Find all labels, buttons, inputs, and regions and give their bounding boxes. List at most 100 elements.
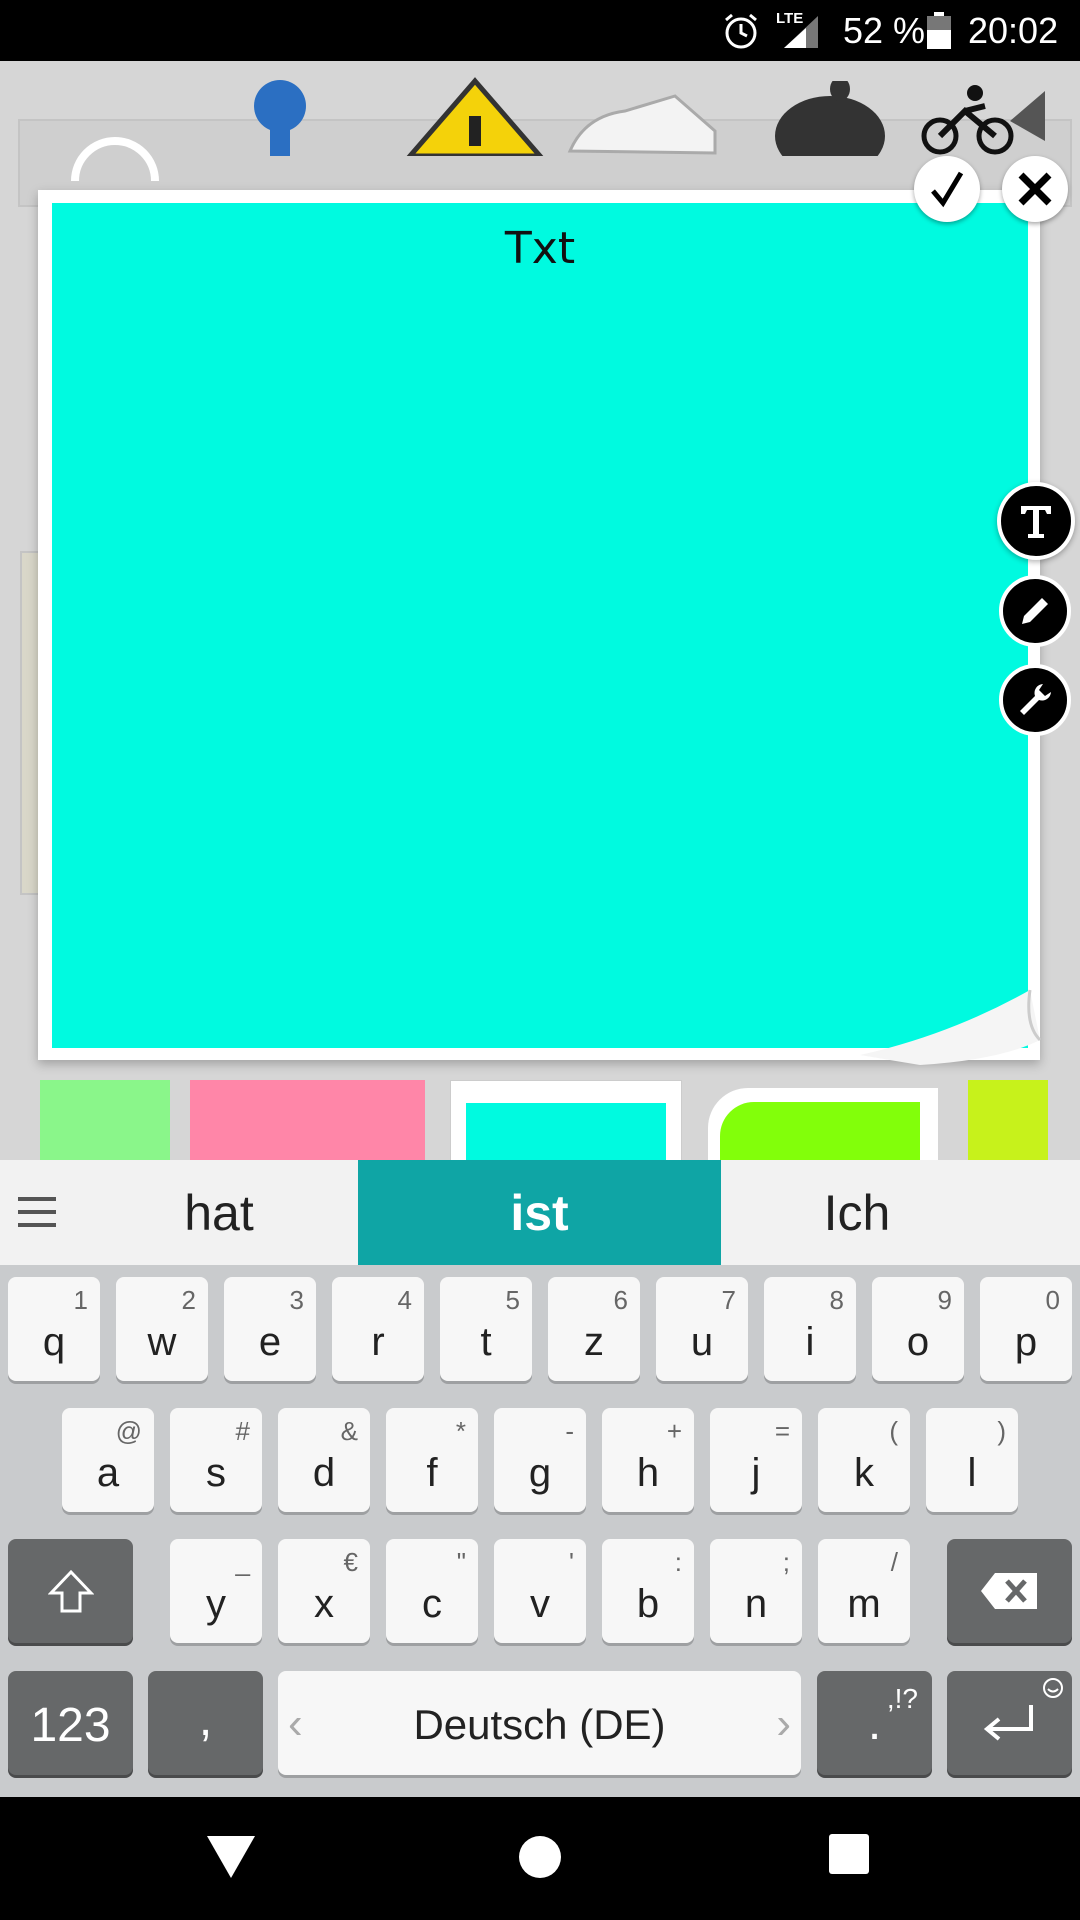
key-label: m bbox=[847, 1582, 881, 1626]
suggestion-3[interactable]: Ich bbox=[721, 1160, 993, 1265]
key-u[interactable]: 7u bbox=[656, 1277, 748, 1381]
note-title[interactable]: Txt bbox=[52, 223, 1028, 274]
key-hint: 6 bbox=[613, 1285, 628, 1315]
close-button[interactable] bbox=[1002, 156, 1068, 222]
backspace-key[interactable] bbox=[947, 1539, 1072, 1643]
sticky-note-canvas[interactable]: Txt bbox=[52, 203, 1028, 1048]
navigation-bar bbox=[0, 1797, 1080, 1920]
key-hint: @ bbox=[115, 1416, 142, 1446]
numbers-key[interactable]: 123 bbox=[8, 1671, 133, 1775]
key-label: g bbox=[528, 1451, 552, 1495]
key-z[interactable]: 6z bbox=[548, 1277, 640, 1381]
key-hint: 4 bbox=[397, 1285, 412, 1315]
key-w[interactable]: 2w bbox=[116, 1277, 208, 1381]
key-h[interactable]: + h bbox=[602, 1408, 694, 1512]
battery-icon bbox=[927, 12, 951, 49]
key-label: b bbox=[636, 1582, 660, 1626]
shift-icon bbox=[48, 1569, 94, 1613]
swatch-green[interactable] bbox=[40, 1080, 170, 1160]
key-hint: : bbox=[674, 1547, 682, 1577]
space-language-label: Deutsch (DE) bbox=[413, 1701, 666, 1748]
key-s[interactable]: # s bbox=[170, 1408, 262, 1512]
close-icon bbox=[1018, 172, 1052, 206]
key-a[interactable]: @ a bbox=[62, 1408, 154, 1512]
swatch-lime[interactable] bbox=[708, 1088, 938, 1160]
period-key[interactable]: ,!? . bbox=[817, 1671, 932, 1775]
recents-icon[interactable] bbox=[827, 1832, 871, 1876]
key-hint: ) bbox=[997, 1416, 1006, 1446]
swatch-cyan[interactable] bbox=[450, 1080, 682, 1163]
home-icon[interactable] bbox=[515, 1832, 565, 1882]
battery-percent: 52 % bbox=[843, 10, 926, 51]
key-v[interactable]: ' v bbox=[494, 1539, 586, 1643]
status-bar: LTE 52 % 20:02 bbox=[0, 0, 1080, 61]
warning-sign-icon bbox=[406, 77, 544, 156]
suggestion-bar: hat ist Ich bbox=[0, 1160, 1080, 1265]
key-hint: " bbox=[456, 1547, 466, 1577]
key-y[interactable]: _ y bbox=[170, 1539, 262, 1643]
text-tool-button[interactable] bbox=[997, 482, 1075, 560]
confirm-button[interactable] bbox=[914, 156, 980, 222]
emoji-icon bbox=[1043, 1678, 1063, 1698]
key-hint: 3 bbox=[289, 1285, 304, 1315]
key-r[interactable]: 4r bbox=[332, 1277, 424, 1381]
key-i[interactable]: 8i bbox=[764, 1277, 856, 1381]
gauge-icon bbox=[71, 137, 159, 182]
cyclist-icon bbox=[921, 85, 1045, 155]
key-label: j bbox=[751, 1451, 761, 1495]
key-j[interactable]: = j bbox=[710, 1408, 802, 1512]
comma-key[interactable]: , bbox=[148, 1671, 263, 1775]
key-t[interactable]: 5t bbox=[440, 1277, 532, 1381]
key-hint: + bbox=[666, 1416, 682, 1446]
key-label: q bbox=[42, 1320, 66, 1364]
key-label: 123 bbox=[30, 1699, 111, 1752]
swatch-pink[interactable] bbox=[190, 1080, 425, 1160]
key-label: v bbox=[530, 1582, 550, 1626]
key-hint: ( bbox=[889, 1416, 898, 1446]
key-hint: _ bbox=[235, 1547, 250, 1577]
key-x[interactable]: € x bbox=[278, 1539, 370, 1643]
sneaker-icon bbox=[567, 94, 717, 155]
key-hint: * bbox=[455, 1416, 466, 1446]
key-k[interactable]: (k bbox=[818, 1408, 910, 1512]
key-label: . bbox=[867, 1697, 882, 1750]
key-p[interactable]: 0p bbox=[980, 1277, 1072, 1381]
key-o[interactable]: 9o bbox=[872, 1277, 964, 1381]
menu-icon[interactable] bbox=[18, 1193, 56, 1231]
key-b[interactable]: :b bbox=[602, 1539, 694, 1643]
key-l[interactable]: ) l bbox=[926, 1408, 1018, 1512]
key-label: a bbox=[96, 1451, 120, 1495]
key-label: u bbox=[690, 1320, 714, 1364]
key-d[interactable]: & d bbox=[278, 1408, 370, 1512]
clock: 20:02 bbox=[968, 10, 1059, 51]
key-label: s bbox=[206, 1451, 226, 1495]
key-e[interactable]: 3e bbox=[224, 1277, 316, 1381]
enter-key[interactable] bbox=[947, 1671, 1072, 1775]
key-label: d bbox=[312, 1451, 336, 1495]
key-q[interactable]: 1q bbox=[8, 1277, 100, 1381]
page-curl-icon bbox=[860, 989, 1042, 1065]
key-hint: 0 bbox=[1045, 1285, 1060, 1315]
key-f[interactable]: * f bbox=[386, 1408, 478, 1512]
key-hint: / bbox=[890, 1547, 898, 1577]
settings-tool-button[interactable] bbox=[999, 664, 1071, 736]
key-hint: ' bbox=[569, 1547, 574, 1577]
suggestion-2[interactable]: ist bbox=[358, 1160, 721, 1265]
key-label: w bbox=[147, 1320, 177, 1364]
suggestion-1[interactable]: hat bbox=[80, 1160, 358, 1265]
key-hint: = bbox=[774, 1416, 790, 1446]
apple-icon bbox=[775, 81, 885, 156]
space-key[interactable]: ‹ Deutsch (DE) › bbox=[278, 1671, 801, 1775]
key-label: i bbox=[805, 1320, 815, 1364]
pencil-tool-button[interactable] bbox=[999, 575, 1071, 647]
back-icon[interactable] bbox=[205, 1832, 257, 1882]
key-m[interactable]: / m bbox=[818, 1539, 910, 1643]
key-n[interactable]: ; n bbox=[710, 1539, 802, 1643]
enter-icon bbox=[983, 1705, 1033, 1741]
swatch-yellow-green[interactable] bbox=[968, 1080, 1048, 1160]
shift-key[interactable] bbox=[8, 1539, 133, 1643]
key-label: h bbox=[636, 1451, 660, 1495]
key-label: f bbox=[426, 1451, 438, 1495]
key-c[interactable]: " c bbox=[386, 1539, 478, 1643]
key-g[interactable]: -g bbox=[494, 1408, 586, 1512]
